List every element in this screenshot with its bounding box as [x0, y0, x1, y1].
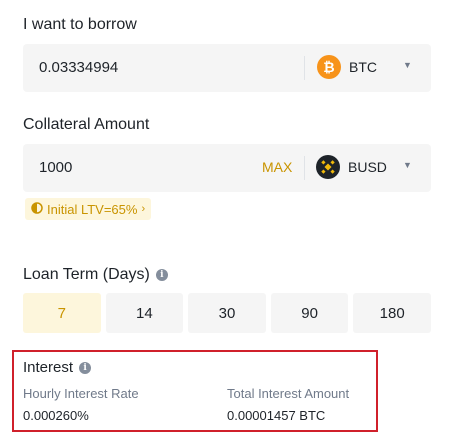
info-icon[interactable]: i — [155, 268, 168, 281]
loan-term-label-text: Loan Term (Days) — [23, 266, 150, 283]
field-divider — [304, 56, 305, 80]
loan-term-option-7[interactable]: 7 — [23, 293, 101, 333]
caret-down-icon: ▼ — [403, 60, 412, 70]
borrow-amount-value[interactable]: 0.03334994 — [39, 59, 118, 76]
loan-term-option-14[interactable]: 14 — [105, 293, 184, 333]
svg-text:₿: ₿ — [323, 59, 334, 75]
half-circle-gauge-icon — [31, 201, 43, 217]
interest-panel: Interest i Hourly Interest Rate 0.000260%… — [12, 350, 378, 432]
chevron-right-icon: › — [141, 203, 146, 215]
loan-term-label: Loan Term (Days) i — [23, 266, 168, 284]
collateral-coin-label: BUSD — [348, 159, 387, 175]
collateral-label: Collateral Amount — [23, 116, 150, 133]
busd-icon — [316, 155, 340, 179]
hourly-interest-rate-value: 0.000260% — [23, 408, 89, 423]
initial-ltv-badge[interactable]: Initial LTV=65% › — [25, 198, 152, 220]
collateral-amount-field[interactable]: 1000 MAX BUSD ▼ — [23, 144, 431, 192]
interest-title: Interest i — [23, 359, 92, 376]
field-divider — [304, 156, 305, 180]
borrow-label: I want to borrow — [23, 16, 137, 33]
max-button[interactable]: MAX — [262, 159, 292, 175]
borrow-coin-label: BTC — [349, 59, 377, 75]
loan-term-option-180[interactable]: 180 — [353, 293, 431, 333]
collateral-amount-value[interactable]: 1000 — [39, 159, 72, 176]
loan-term-option-90[interactable]: 90 — [270, 293, 349, 333]
borrow-amount-field[interactable]: 0.03334994 ₿ BTC ▼ — [23, 44, 431, 92]
total-interest-amount-value: 0.00001457 BTC — [227, 408, 326, 423]
caret-down-icon: ▼ — [403, 160, 412, 170]
bitcoin-icon: ₿ — [317, 55, 341, 79]
initial-ltv-text: Initial LTV=65% — [47, 201, 138, 217]
total-interest-amount-label: Total Interest Amount — [227, 386, 350, 401]
loan-term-options: 7 14 30 90 180 — [23, 293, 431, 333]
loan-term-option-30[interactable]: 30 — [188, 293, 266, 333]
interest-title-text: Interest — [23, 359, 74, 376]
info-icon[interactable]: i — [79, 362, 92, 375]
hourly-interest-rate-label: Hourly Interest Rate — [23, 386, 139, 401]
